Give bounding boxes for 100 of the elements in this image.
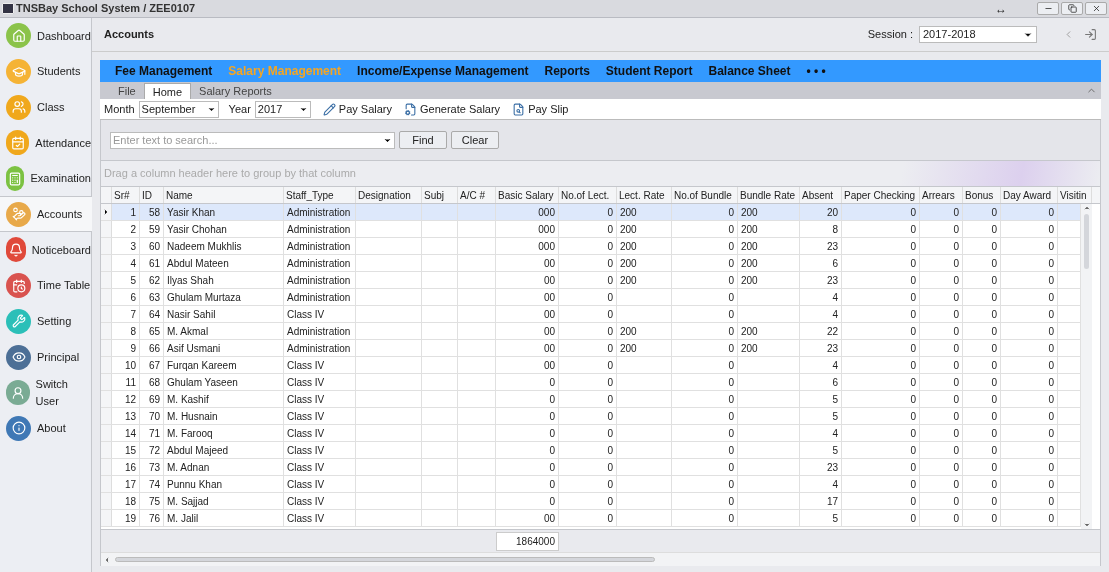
table-cell-text: 0 bbox=[991, 222, 997, 237]
column-header[interactable]: Absent bbox=[800, 187, 842, 203]
table-row[interactable]: 12 69 M. Kashif Class IV 0 0 0 5 0 0 0 0 bbox=[101, 391, 1081, 408]
table-row[interactable]: 3 60 Nadeem Mukhlis Administration 000 0 200 0 200 23 0 0 0 0 bbox=[101, 238, 1081, 255]
ribbon-tab[interactable]: Home bbox=[143, 83, 192, 99]
sidebar-item[interactable]: Students bbox=[0, 53, 91, 90]
close-button[interactable] bbox=[1085, 2, 1107, 15]
column-header[interactable]: Designation bbox=[356, 187, 422, 203]
ribbon-tab[interactable]: Salary Reports bbox=[191, 83, 280, 99]
table-row[interactable]: 5 62 Ilyas Shah Administration 00 0 200 0 200 23 0 0 0 0 bbox=[101, 272, 1081, 289]
find-button[interactable]: Find bbox=[399, 131, 447, 149]
year-dropdown[interactable]: 2017 bbox=[254, 100, 311, 118]
sidebar-item[interactable]: Class bbox=[0, 89, 91, 126]
table-cell-text: 4 bbox=[832, 290, 838, 305]
table-row[interactable]: 7 64 Nasir Sahil Class IV 00 0 0 4 0 0 0 0 bbox=[101, 306, 1081, 323]
scroll-left-icon[interactable] bbox=[103, 555, 111, 564]
table-cell-text: 0 bbox=[1048, 460, 1054, 475]
table-row[interactable]: 2 59 Yasir Chohan Administration 000 0 200 0 200 8 0 0 0 0 bbox=[101, 221, 1081, 238]
column-header[interactable]: Day Award bbox=[1001, 187, 1058, 203]
scroll-down-icon[interactable] bbox=[1082, 521, 1091, 529]
table-cell-text: 0 bbox=[728, 256, 734, 271]
menu-item[interactable]: Student Report bbox=[605, 62, 693, 80]
sidebar-item[interactable]: Examination bbox=[0, 160, 91, 197]
horizontal-scrollbar[interactable] bbox=[101, 552, 1100, 566]
table-row[interactable]: 16 73 M. Adnan Class IV 0 0 0 23 0 0 0 0 bbox=[101, 459, 1081, 476]
column-header[interactable]: Paper Checking bbox=[842, 187, 920, 203]
toolbar-button[interactable]: Generate Salary bbox=[404, 100, 501, 118]
table-cell-text: 00 bbox=[543, 307, 555, 322]
column-header[interactable]: Bonus bbox=[963, 187, 1001, 203]
table-row[interactable]: 10 67 Furqan Kareem Class IV 00 0 0 4 0 0 0 0 bbox=[101, 357, 1081, 374]
table-cell-text: 0 bbox=[991, 494, 997, 509]
column-header[interactable]: Basic Salary bbox=[496, 187, 559, 203]
app-logo-icon bbox=[2, 3, 14, 14]
ribbon-tab[interactable]: File bbox=[110, 83, 144, 99]
menu-item[interactable]: Fee Management bbox=[115, 62, 213, 80]
table-row[interactable]: 4 61 Abdul Mateen Administration 00 0 200 0 200 6 0 0 0 0 bbox=[101, 255, 1081, 272]
table-cell-text: 0 bbox=[991, 358, 997, 373]
table-row[interactable]: 8 65 M. Akmal Administration 00 0 200 0 200 22 0 0 0 0 bbox=[101, 323, 1081, 340]
table-row[interactable]: 19 76 M. Jalil Class IV 00 0 0 5 0 0 0 0 bbox=[101, 510, 1081, 527]
month-dropdown[interactable]: September bbox=[138, 100, 219, 118]
scrollbar-thumb[interactable] bbox=[1084, 214, 1089, 269]
sidebar-item[interactable]: Attendance bbox=[0, 125, 91, 161]
column-header[interactable]: Sr# bbox=[112, 187, 140, 203]
table-row[interactable]: 13 70 M. Husnain Class IV 0 0 0 5 0 0 0 0 bbox=[101, 408, 1081, 425]
table-cell-text: 00 bbox=[543, 341, 555, 356]
table-row[interactable]: 18 75 M. Sajjad Class IV 0 0 0 17 0 0 0 0 bbox=[101, 493, 1081, 510]
menu-item[interactable]: • • • bbox=[806, 62, 826, 80]
table-row[interactable]: 17 74 Punnu Khan Class IV 0 0 0 4 0 0 0 0 bbox=[101, 476, 1081, 493]
table-cell-text: 0 bbox=[1048, 222, 1054, 237]
table-cell-text: 4 bbox=[832, 307, 838, 322]
table-row[interactable]: 14 71 M. Farooq Class IV 0 0 0 4 0 0 0 0 bbox=[101, 425, 1081, 442]
sidebar-item[interactable]: Accounts bbox=[0, 196, 92, 233]
table-cell-text: 8 bbox=[130, 324, 136, 339]
table-cell-text: 0 bbox=[1048, 256, 1054, 271]
table-row[interactable]: 11 68 Ghulam Yaseen Class IV 0 0 0 6 0 0 0 0 bbox=[101, 374, 1081, 391]
sidebar-item[interactable]: Switch User bbox=[0, 374, 91, 411]
sidebar-item[interactable]: Dashboard bbox=[0, 18, 91, 54]
sidebar-item[interactable]: Setting bbox=[0, 303, 91, 340]
table-row[interactable]: 9 66 Asif Usmani Administration 00 0 200 0 200 23 0 0 0 0 bbox=[101, 340, 1081, 357]
table-row[interactable]: 6 63 Ghulam Murtaza Administration 00 0 0 4 0 0 0 0 bbox=[101, 289, 1081, 306]
menu-item[interactable]: Reports bbox=[544, 62, 590, 80]
table-cell-text: 200 bbox=[620, 256, 637, 271]
column-header[interactable]: ID bbox=[140, 187, 164, 203]
toolbar-button[interactable]: Pay Slip bbox=[512, 100, 569, 118]
column-header[interactable]: Staff_Type bbox=[284, 187, 356, 203]
table-cell-text: 62 bbox=[148, 273, 160, 288]
column-header[interactable]: Arrears bbox=[920, 187, 963, 203]
menu-item[interactable]: Balance Sheet bbox=[708, 62, 791, 80]
column-header[interactable]: No.of Lect. bbox=[559, 187, 617, 203]
scroll-up-icon[interactable] bbox=[1082, 204, 1091, 212]
sidebar-item[interactable]: Principal bbox=[0, 339, 91, 375]
sidebar-item[interactable]: Noticeboard bbox=[0, 232, 91, 268]
toolbar-button[interactable]: Pay Salary bbox=[322, 100, 392, 118]
column-header[interactable]: Bundle Rate bbox=[738, 187, 800, 203]
table-row[interactable]: 1 58 Yasir Khan Administration 000 0 200 0 200 20 0 0 0 0 bbox=[101, 204, 1081, 221]
minimize-button[interactable] bbox=[1037, 2, 1059, 15]
table-row[interactable]: 15 72 Abdul Majeed Class IV 0 0 0 5 0 0 0 0 bbox=[101, 442, 1081, 459]
table-cell-text: 0 bbox=[910, 205, 916, 220]
sidebar-item[interactable]: Time Table bbox=[0, 267, 91, 304]
column-header[interactable]: Name bbox=[164, 187, 284, 203]
vertical-scrollbar[interactable] bbox=[1081, 204, 1092, 529]
logout-icon[interactable] bbox=[1084, 28, 1097, 41]
table-cell-text: 4 bbox=[832, 477, 838, 492]
table-cell-text: 0 bbox=[910, 222, 916, 237]
pencil-icon bbox=[322, 102, 336, 116]
table-cell-text: 0 bbox=[991, 460, 997, 475]
column-header[interactable]: No.of Bundle bbox=[672, 187, 738, 203]
restore-button[interactable] bbox=[1061, 2, 1083, 15]
menu-item[interactable]: Income/Expense Management bbox=[357, 62, 529, 80]
session-dropdown[interactable]: 2017-2018 bbox=[919, 26, 1037, 43]
row-selector[interactable] bbox=[101, 204, 112, 220]
session-label: Session : bbox=[867, 27, 913, 43]
column-header[interactable]: A/C # bbox=[458, 187, 496, 203]
clear-button[interactable]: Clear bbox=[451, 131, 499, 149]
column-header[interactable]: Lect. Rate bbox=[617, 187, 672, 203]
column-header[interactable]: Visitin bbox=[1058, 187, 1092, 203]
table-cell-text: 0 bbox=[910, 511, 916, 526]
scrollbar-thumb[interactable] bbox=[115, 557, 655, 562]
sidebar-item[interactable]: About bbox=[0, 410, 91, 447]
column-header[interactable]: Subj bbox=[422, 187, 458, 203]
